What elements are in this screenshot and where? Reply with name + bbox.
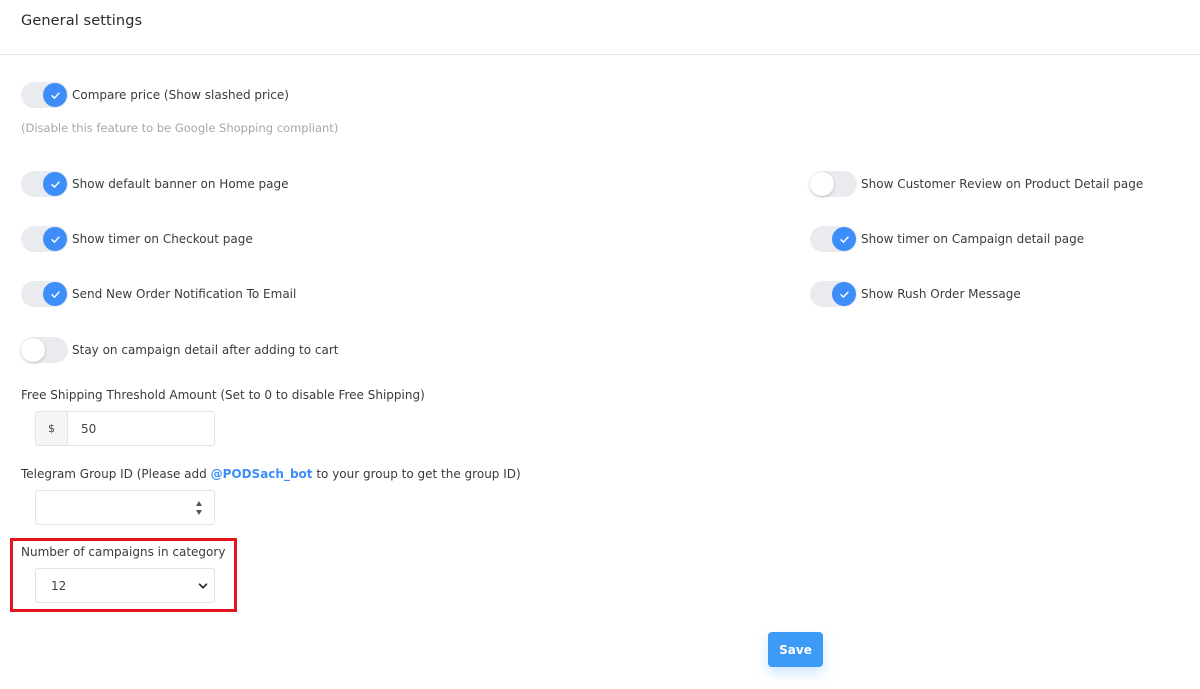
check-icon bbox=[50, 235, 60, 243]
order-notification-label: Send New Order Notification To Email bbox=[72, 287, 297, 301]
campaigns-per-category-label: Number of campaigns in category bbox=[21, 545, 226, 559]
rush-order-label: Show Rush Order Message bbox=[861, 287, 1021, 301]
telegram-group-id-input[interactable] bbox=[35, 490, 215, 525]
telegram-label: Telegram Group ID (Please add @PODSach_b… bbox=[21, 467, 521, 481]
order-notification-setting: Send New Order Notification To Email bbox=[21, 281, 296, 307]
timer-checkout-toggle[interactable] bbox=[21, 226, 68, 252]
customer-review-label: Show Customer Review on Product Detail p… bbox=[861, 177, 1144, 191]
campaigns-per-category-value: 12 bbox=[51, 578, 67, 593]
telegram-label-before: Telegram Group ID (Please add bbox=[21, 467, 211, 481]
compare-price-label: Compare price (Show slashed price) bbox=[72, 88, 289, 102]
default-banner-toggle[interactable] bbox=[21, 171, 68, 197]
spinner-arrows-icon[interactable] bbox=[195, 501, 203, 515]
order-notification-toggle[interactable] bbox=[21, 281, 68, 307]
compare-price-toggle[interactable] bbox=[21, 82, 68, 108]
timer-campaign-label: Show timer on Campaign detail page bbox=[861, 232, 1085, 246]
timer-campaign-toggle[interactable] bbox=[810, 226, 857, 252]
check-icon bbox=[50, 91, 60, 99]
default-banner-label: Show default banner on Home page bbox=[72, 177, 289, 191]
customer-review-setting: Show Customer Review on Product Detail p… bbox=[810, 171, 1143, 197]
rush-order-setting: Show Rush Order Message bbox=[810, 281, 1021, 307]
timer-checkout-label: Show timer on Checkout page bbox=[72, 232, 253, 246]
stay-on-campaign-toggle[interactable] bbox=[21, 337, 68, 363]
chevron-down-icon bbox=[198, 583, 208, 589]
free-shipping-label: Free Shipping Threshold Amount (Set to 0… bbox=[21, 388, 425, 402]
stay-on-campaign-setting: Stay on campaign detail after adding to … bbox=[21, 337, 339, 363]
page-header: General settings bbox=[0, 0, 1200, 55]
rush-order-toggle[interactable] bbox=[810, 281, 857, 307]
stay-on-campaign-label: Stay on campaign detail after adding to … bbox=[72, 343, 339, 357]
campaigns-per-category-select[interactable]: 12 bbox=[35, 568, 215, 603]
compare-price-setting: Compare price (Show slashed price) bbox=[21, 82, 289, 108]
compare-price-hint: (Disable this feature to be Google Shopp… bbox=[21, 121, 339, 135]
timer-campaign-setting: Show timer on Campaign detail page bbox=[810, 226, 1084, 252]
check-icon bbox=[839, 235, 849, 243]
free-shipping-input[interactable]: 50 bbox=[68, 412, 214, 445]
telegram-bot-link[interactable]: @PODSach_bot bbox=[211, 467, 313, 481]
currency-prefix: $ bbox=[36, 412, 68, 445]
customer-review-toggle[interactable] bbox=[810, 171, 857, 197]
save-button[interactable]: Save bbox=[768, 632, 823, 667]
telegram-label-after: to your group to get the group ID) bbox=[312, 467, 521, 481]
page-title: General settings bbox=[21, 13, 143, 29]
check-icon bbox=[50, 180, 60, 188]
check-icon bbox=[50, 290, 60, 298]
free-shipping-field: $ 50 bbox=[35, 411, 215, 446]
default-banner-setting: Show default banner on Home page bbox=[21, 171, 289, 197]
check-icon bbox=[839, 290, 849, 298]
timer-checkout-setting: Show timer on Checkout page bbox=[21, 226, 253, 252]
